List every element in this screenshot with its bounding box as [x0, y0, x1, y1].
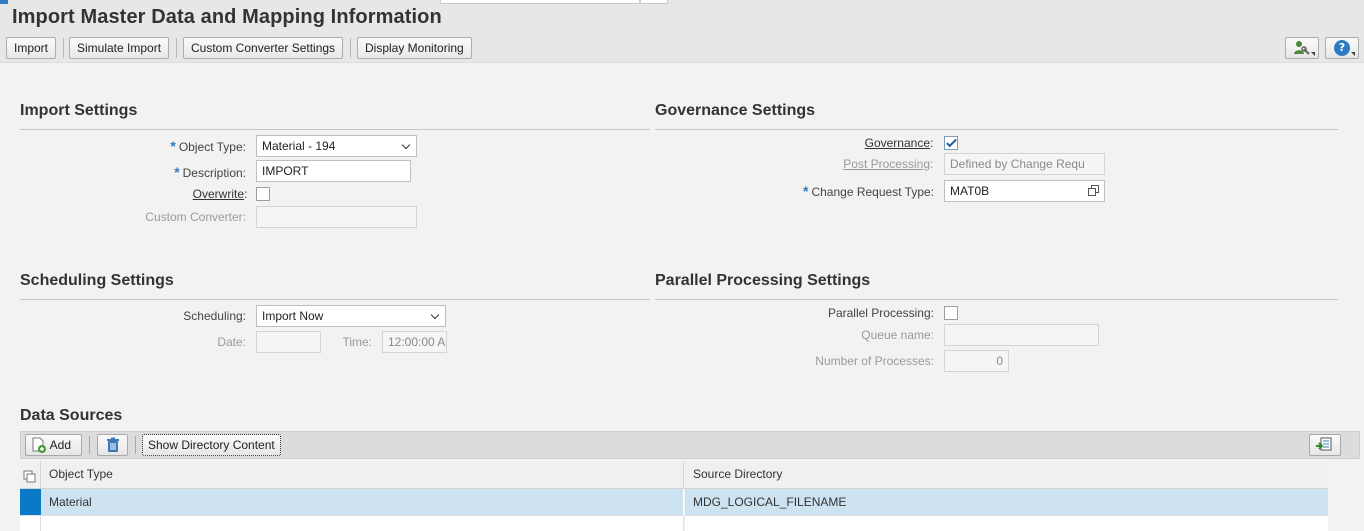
import-settings-title: Import Settings	[20, 102, 138, 119]
toolbar-separator	[176, 38, 177, 58]
table-scrollbar-area[interactable]	[1328, 461, 1360, 531]
custom-converter-label: Custom Converter:	[145, 210, 246, 224]
number-of-processes-label: Number of Processes:	[815, 354, 934, 368]
parallel-processing-checkbox[interactable]	[944, 306, 958, 320]
overwrite-label: Overwrite	[192, 187, 244, 201]
select-all-icon	[23, 470, 36, 483]
display-monitoring-button[interactable]: Display Monitoring	[357, 37, 472, 59]
change-request-type-value: MAT0B	[950, 184, 990, 198]
add-button-label: Add	[49, 438, 72, 452]
column-header-object-type[interactable]: Object Type	[41, 461, 684, 489]
section-divider	[655, 129, 1338, 130]
toolbar-separator	[350, 38, 351, 58]
label-colon: :	[930, 157, 934, 171]
add-document-icon	[32, 437, 46, 453]
change-request-type-label-row: * Change Request Type:	[760, 183, 934, 199]
table-cell-source-directory[interactable]: MDG_LOGICAL_FILENAME	[685, 489, 1328, 515]
date-label: Date:	[217, 335, 246, 349]
date-input[interactable]	[256, 331, 321, 353]
personalize-button[interactable]	[1285, 37, 1319, 59]
show-directory-content-button[interactable]: Show Directory Content	[142, 434, 281, 456]
column-header-source-directory[interactable]: Source Directory	[685, 461, 1328, 489]
description-label-row: * Description:	[100, 164, 246, 180]
data-sources-title: Data Sources	[20, 407, 123, 424]
help-button[interactable]: ?	[1325, 37, 1359, 59]
overwrite-checkbox[interactable]	[256, 187, 270, 201]
add-button[interactable]: Add	[25, 434, 82, 456]
object-type-label: Object Type:	[178, 140, 246, 154]
queue-name-label: Queue name:	[861, 328, 934, 342]
description-label: Description:	[182, 166, 246, 180]
governance-label: Governance	[864, 136, 930, 150]
required-marker: *	[170, 138, 176, 154]
label-colon: :	[930, 136, 934, 150]
delete-button[interactable]	[97, 434, 128, 456]
custom-converter-input[interactable]	[256, 206, 417, 228]
help-icon: ?	[1334, 40, 1350, 56]
governance-checkbox[interactable]	[944, 136, 958, 150]
scheduling-settings-title: Scheduling Settings	[20, 272, 174, 289]
post-processing-input[interactable]: Defined by Change Requ	[944, 153, 1105, 175]
scheduling-select[interactable]: Import Now	[256, 305, 446, 327]
row-selector[interactable]	[20, 515, 41, 531]
table-cell-object-type[interactable]	[41, 515, 684, 531]
description-input[interactable]: IMPORT	[256, 160, 411, 182]
change-request-type-label: Change Request Type:	[811, 185, 934, 199]
parallel-processing-settings-title: Parallel Processing Settings	[655, 272, 871, 289]
toolbar-separator	[89, 436, 90, 454]
dropdown-arrow-icon	[430, 310, 440, 320]
import-button[interactable]: Import	[6, 37, 57, 59]
table-cell-object-type[interactable]: Material	[41, 489, 684, 515]
section-divider	[20, 129, 650, 130]
time-input[interactable]: 12:00:00 A	[382, 331, 447, 353]
scheduling-value: Import Now	[262, 309, 324, 323]
simulate-import-button[interactable]: Simulate Import	[69, 37, 170, 59]
object-type-label-row: * Object Type:	[100, 138, 246, 154]
time-label: Time:	[342, 335, 372, 349]
number-of-processes-input[interactable]: 0	[944, 350, 1009, 372]
object-type-select[interactable]: Material - 194	[256, 135, 417, 157]
section-divider	[655, 299, 1338, 300]
row-selector[interactable]	[20, 489, 41, 515]
section-divider	[20, 299, 650, 300]
change-request-type-input[interactable]: MAT0B	[944, 180, 1105, 202]
chevron-down-icon	[1351, 52, 1355, 56]
post-processing-label: Post Processing	[843, 157, 930, 171]
page-title: Import Master Data and Mapping Informati…	[12, 6, 442, 28]
custom-converter-settings-button[interactable]: Custom Converter Settings	[183, 37, 344, 59]
required-marker: *	[803, 183, 809, 199]
label-colon: :	[244, 187, 248, 201]
chevron-down-icon	[1311, 52, 1315, 56]
toolbar-separator	[63, 38, 64, 58]
dropdown-arrow-icon	[401, 140, 411, 150]
trash-icon	[107, 437, 119, 452]
select-all-cell[interactable]	[20, 461, 41, 489]
scheduling-label: Scheduling:	[183, 309, 246, 323]
parallel-processing-label: Parallel Processing:	[827, 306, 934, 320]
export-button[interactable]	[1309, 434, 1341, 456]
checkmark-icon	[946, 136, 957, 148]
object-type-value: Material - 194	[262, 139, 336, 153]
required-marker: *	[174, 164, 180, 180]
user-settings-icon	[1294, 41, 1310, 55]
queue-name-input[interactable]	[944, 324, 1099, 346]
governance-settings-title: Governance Settings	[655, 102, 816, 119]
value-help-icon[interactable]	[1088, 185, 1099, 196]
toolbar-separator	[135, 436, 136, 454]
export-icon	[1316, 437, 1332, 451]
table-cell-source-directory[interactable]	[685, 515, 1328, 531]
